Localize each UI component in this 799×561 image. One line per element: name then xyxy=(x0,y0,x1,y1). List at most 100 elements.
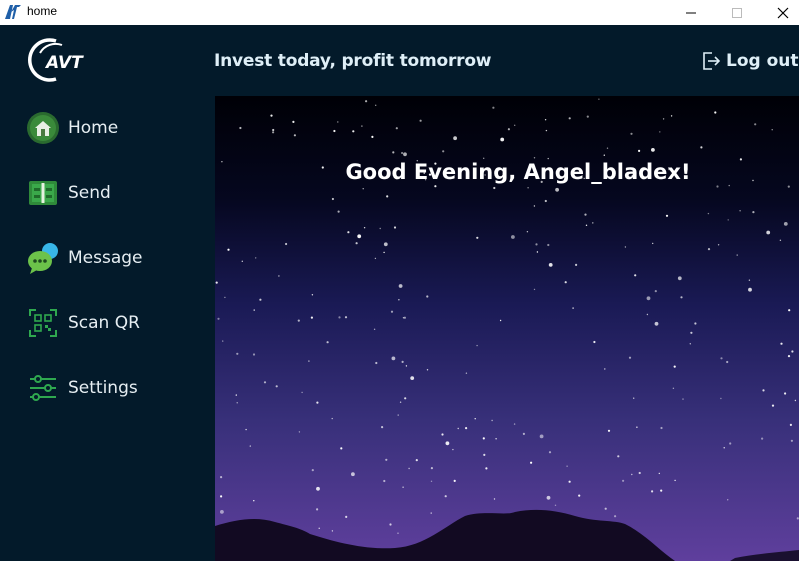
star xyxy=(331,197,334,201)
avt-logo: AVT xyxy=(28,38,84,82)
star xyxy=(474,418,476,420)
star xyxy=(736,254,738,256)
star xyxy=(646,296,651,301)
window-title: home xyxy=(27,4,58,18)
sidebar-item-label: Send xyxy=(68,183,111,203)
logout-label: Log out xyxy=(726,51,799,71)
star xyxy=(395,127,398,130)
star xyxy=(441,433,444,436)
star xyxy=(652,242,654,245)
sidebar-item-scan-qr[interactable]: Scan QR xyxy=(26,305,140,341)
star xyxy=(598,98,600,100)
star xyxy=(465,427,468,430)
star xyxy=(677,276,682,281)
maximize-icon xyxy=(732,7,742,18)
star xyxy=(578,494,581,497)
star xyxy=(654,290,657,293)
tagline: Invest today, profit tomorrow xyxy=(214,51,492,71)
star xyxy=(235,394,237,396)
star xyxy=(398,284,403,288)
star xyxy=(292,120,295,123)
star xyxy=(694,322,697,325)
qr-scan-icon xyxy=(26,306,60,340)
star xyxy=(217,317,220,320)
minimize-button[interactable] xyxy=(668,0,714,25)
sidebar-item-message[interactable]: Message xyxy=(26,240,143,276)
star xyxy=(331,417,333,420)
star xyxy=(779,239,782,241)
star xyxy=(555,187,559,192)
star xyxy=(672,387,675,389)
star xyxy=(689,343,691,345)
star xyxy=(754,123,757,126)
star xyxy=(347,231,350,234)
star xyxy=(513,423,516,425)
sidebar-item-home[interactable]: Home xyxy=(26,110,118,146)
star xyxy=(298,431,301,433)
star xyxy=(748,287,752,292)
star xyxy=(452,448,454,451)
maximize-button[interactable] xyxy=(714,0,760,25)
message-icon xyxy=(26,241,60,275)
logout-button[interactable]: Log out xyxy=(700,50,799,72)
star xyxy=(535,243,538,246)
star xyxy=(511,235,515,239)
star xyxy=(700,146,703,149)
star xyxy=(682,398,684,400)
star xyxy=(338,316,341,319)
star xyxy=(316,401,319,404)
sidebar-item-send[interactable]: Send xyxy=(26,175,111,211)
sidebar-item-settings[interactable]: Settings xyxy=(26,370,138,406)
star xyxy=(544,119,547,121)
star xyxy=(526,231,529,233)
star xyxy=(748,279,751,281)
star xyxy=(403,152,407,157)
star xyxy=(617,455,620,458)
star xyxy=(607,429,611,432)
star xyxy=(533,157,536,159)
star xyxy=(220,476,223,479)
star xyxy=(522,432,525,435)
star xyxy=(379,227,381,230)
star xyxy=(351,472,355,477)
star xyxy=(527,187,529,189)
star xyxy=(485,467,488,470)
star xyxy=(546,495,551,500)
star xyxy=(633,397,635,399)
send-icon xyxy=(26,176,60,210)
star xyxy=(357,234,362,239)
star xyxy=(363,227,366,229)
star xyxy=(566,465,568,467)
star xyxy=(761,437,764,440)
star xyxy=(383,242,388,247)
star xyxy=(408,467,410,470)
star xyxy=(729,442,732,445)
star xyxy=(476,236,479,239)
star xyxy=(662,118,665,120)
star xyxy=(568,480,571,483)
star xyxy=(310,316,313,319)
star xyxy=(333,129,336,133)
star xyxy=(739,210,741,212)
close-button[interactable] xyxy=(760,0,799,25)
star xyxy=(385,458,388,461)
star xyxy=(794,399,797,402)
star xyxy=(584,213,587,216)
star xyxy=(680,296,683,299)
star xyxy=(533,205,536,207)
star xyxy=(222,340,224,342)
star xyxy=(636,426,638,428)
star xyxy=(493,186,496,190)
star xyxy=(389,523,392,526)
star xyxy=(530,461,533,464)
avt-app-icon xyxy=(5,5,21,19)
star xyxy=(297,319,300,322)
star xyxy=(784,392,787,395)
star xyxy=(606,147,609,149)
star xyxy=(614,515,617,518)
star xyxy=(727,219,729,221)
star xyxy=(318,527,320,529)
star xyxy=(419,119,422,122)
star xyxy=(790,439,794,442)
star xyxy=(547,243,550,247)
